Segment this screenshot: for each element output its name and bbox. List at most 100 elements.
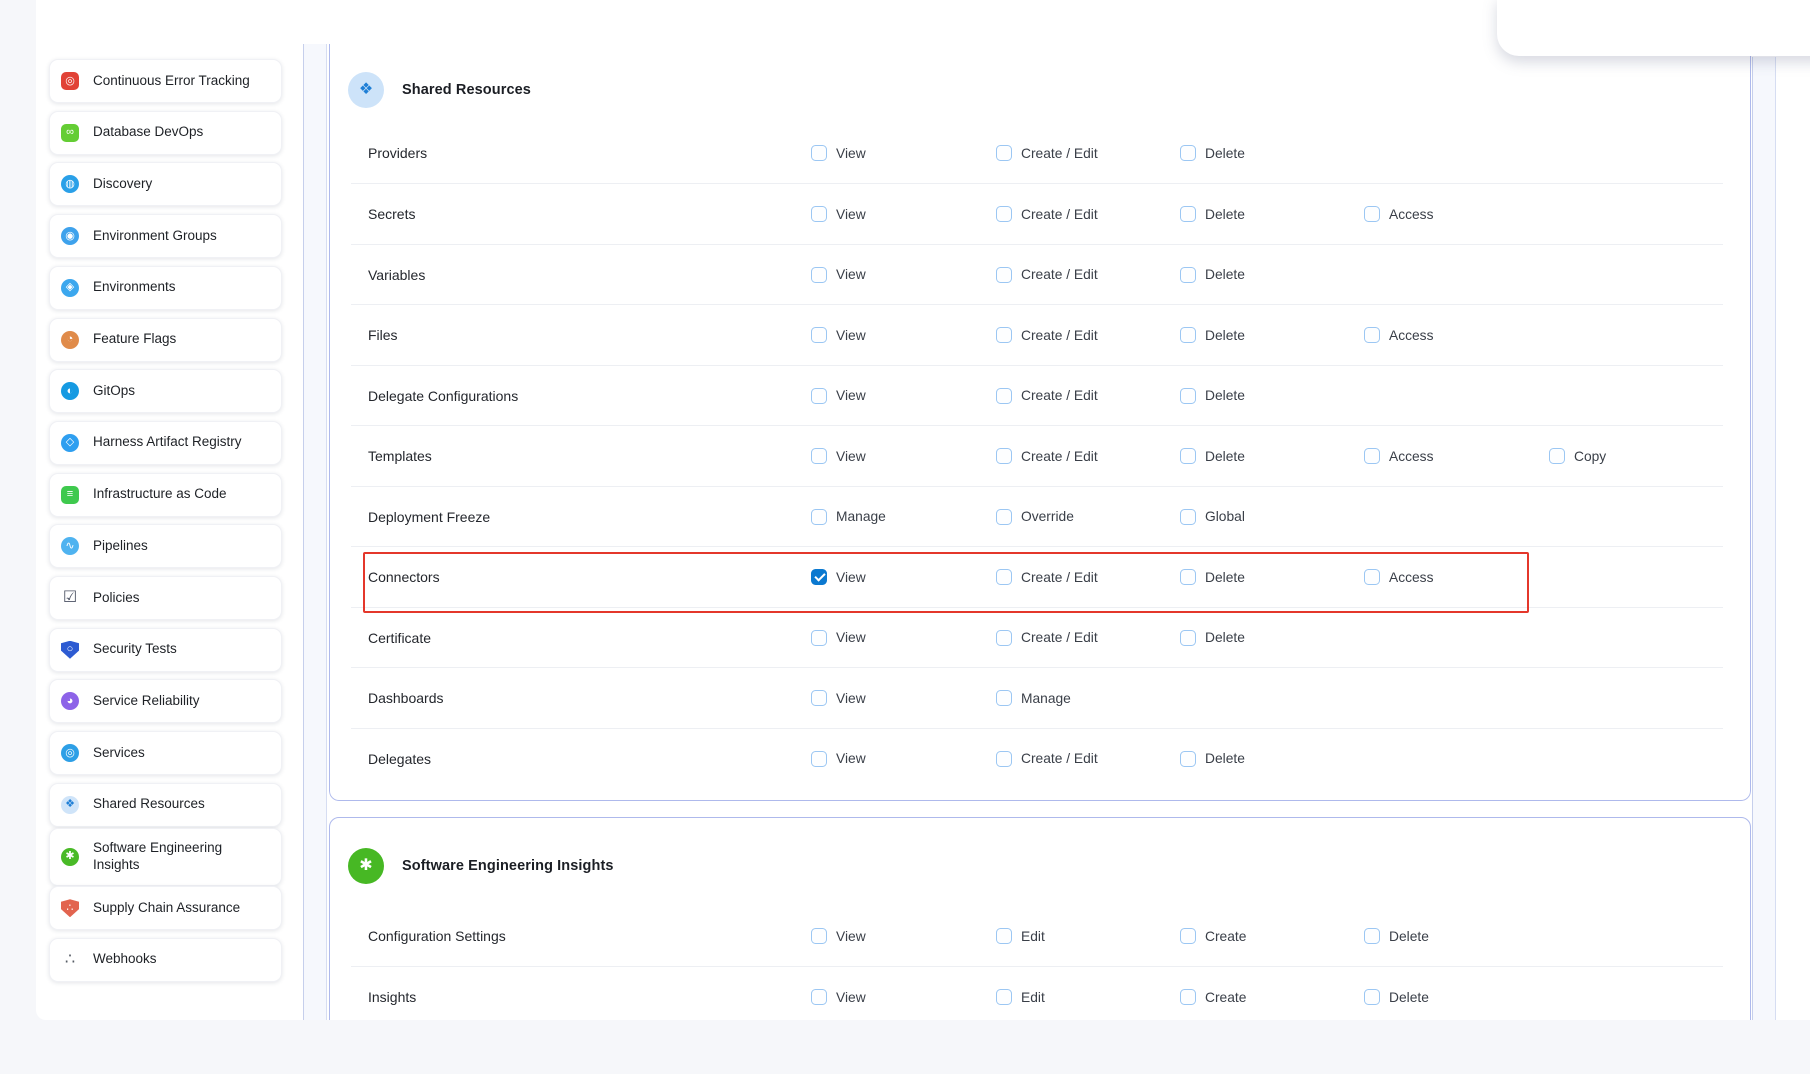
templates-access-checkbox[interactable]: Access	[1364, 448, 1433, 464]
checkbox-unchecked[interactable]	[811, 928, 827, 944]
secrets-access-checkbox[interactable]: Access	[1364, 206, 1433, 222]
checkbox-unchecked[interactable]	[1364, 569, 1380, 585]
templates-copy-checkbox[interactable]: Copy	[1549, 448, 1606, 464]
insights-delete-checkbox[interactable]: Delete	[1364, 989, 1429, 1005]
delegate-configurations-delete-checkbox[interactable]: Delete	[1180, 388, 1245, 404]
checkbox-unchecked[interactable]	[811, 267, 827, 283]
insights-view-checkbox[interactable]: View	[811, 989, 866, 1005]
sidebar-item-pipelines[interactable]: ∿Pipelines	[49, 524, 282, 568]
sidebar-item-software-engineering-insights[interactable]: ✱Software Engineering Insights	[49, 828, 282, 886]
checkbox-unchecked[interactable]	[811, 448, 827, 464]
checkbox-unchecked[interactable]	[996, 928, 1012, 944]
checkbox-unchecked[interactable]	[1180, 751, 1196, 767]
files-delete-checkbox[interactable]: Delete	[1180, 327, 1245, 343]
checkbox-unchecked[interactable]	[996, 206, 1012, 222]
sidebar-item-environment-groups[interactable]: ◉Environment Groups	[49, 214, 282, 258]
templates-delete-checkbox[interactable]: Delete	[1180, 448, 1245, 464]
connectors-access-checkbox[interactable]: Access	[1364, 569, 1433, 585]
sidebar-item-webhooks[interactable]: ∴Webhooks	[49, 938, 282, 982]
checkbox-unchecked[interactable]	[996, 630, 1012, 646]
secrets-delete-checkbox[interactable]: Delete	[1180, 206, 1245, 222]
sidebar-item-service-reliability[interactable]: ◕Service Reliability	[49, 679, 282, 723]
checkbox-unchecked[interactable]	[996, 388, 1012, 404]
sidebar-item-infrastructure-as-code[interactable]: ≡Infrastructure as Code	[49, 473, 282, 517]
checkbox-unchecked[interactable]	[996, 509, 1012, 525]
certificate-create-edit-checkbox[interactable]: Create / Edit	[996, 630, 1098, 646]
checkbox-unchecked[interactable]	[811, 327, 827, 343]
insights-create-checkbox[interactable]: Create	[1180, 989, 1246, 1005]
files-create-edit-checkbox[interactable]: Create / Edit	[996, 327, 1098, 343]
delegate-configurations-view-checkbox[interactable]: View	[811, 388, 866, 404]
sidebar-item-gitops[interactable]: ◐GitOps	[49, 369, 282, 413]
checkbox-unchecked[interactable]	[1180, 327, 1196, 343]
checkbox-unchecked[interactable]	[996, 145, 1012, 161]
checkbox-unchecked[interactable]	[811, 989, 827, 1005]
checkbox-unchecked[interactable]	[811, 690, 827, 706]
sidebar-item-environments[interactable]: ◈Environments	[49, 266, 282, 310]
checkbox-unchecked[interactable]	[996, 690, 1012, 706]
sidebar-item-policies[interactable]: ☑Policies	[49, 576, 282, 620]
connectors-create-edit-checkbox[interactable]: Create / Edit	[996, 569, 1098, 585]
sidebar-item-supply-chain-assurance[interactable]: ∴Supply Chain Assurance	[49, 886, 282, 930]
checkbox-unchecked[interactable]	[811, 509, 827, 525]
sidebar-item-security-tests[interactable]: ○Security Tests	[49, 628, 282, 672]
delegates-create-edit-checkbox[interactable]: Create / Edit	[996, 751, 1098, 767]
configuration-settings-edit-checkbox[interactable]: Edit	[996, 928, 1045, 944]
checkbox-unchecked[interactable]	[811, 145, 827, 161]
checkbox-unchecked[interactable]	[811, 751, 827, 767]
checkbox-unchecked[interactable]	[811, 206, 827, 222]
checkbox-unchecked[interactable]	[1180, 206, 1196, 222]
delegate-configurations-create-edit-checkbox[interactable]: Create / Edit	[996, 388, 1098, 404]
deployment-freeze-override-checkbox[interactable]: Override	[996, 509, 1074, 525]
providers-delete-checkbox[interactable]: Delete	[1180, 145, 1245, 161]
providers-view-checkbox[interactable]: View	[811, 145, 866, 161]
content-scrollbar-track-left[interactable]	[303, 44, 327, 1020]
insights-edit-checkbox[interactable]: Edit	[996, 989, 1045, 1005]
checkbox-unchecked[interactable]	[1180, 509, 1196, 525]
checkbox-unchecked[interactable]	[1364, 989, 1380, 1005]
dashboards-view-checkbox[interactable]: View	[811, 690, 866, 706]
templates-create-edit-checkbox[interactable]: Create / Edit	[996, 448, 1098, 464]
checkbox-unchecked[interactable]	[996, 751, 1012, 767]
checkbox-unchecked[interactable]	[996, 267, 1012, 283]
checkbox-unchecked[interactable]	[1364, 448, 1380, 464]
configuration-settings-view-checkbox[interactable]: View	[811, 928, 866, 944]
checkbox-unchecked[interactable]	[996, 327, 1012, 343]
checkbox-unchecked[interactable]	[1180, 569, 1196, 585]
certificate-delete-checkbox[interactable]: Delete	[1180, 630, 1245, 646]
checkbox-unchecked[interactable]	[1364, 928, 1380, 944]
secrets-create-edit-checkbox[interactable]: Create / Edit	[996, 206, 1098, 222]
files-view-checkbox[interactable]: View	[811, 327, 866, 343]
deployment-freeze-global-checkbox[interactable]: Global	[1180, 509, 1245, 525]
sidebar-item-continuous-error-tracking[interactable]: ◎Continuous Error Tracking	[49, 59, 282, 103]
checkbox-unchecked[interactable]	[1180, 388, 1196, 404]
checkbox-unchecked[interactable]	[811, 630, 827, 646]
sidebar-item-harness-artifact-registry[interactable]: ◇Harness Artifact Registry	[49, 421, 282, 465]
sidebar-item-feature-flags[interactable]: ◔Feature Flags	[49, 318, 282, 362]
checkbox-unchecked[interactable]	[1180, 267, 1196, 283]
sidebar-item-discovery[interactable]: ◍Discovery	[49, 162, 282, 206]
checkbox-unchecked[interactable]	[996, 569, 1012, 585]
configuration-settings-delete-checkbox[interactable]: Delete	[1364, 928, 1429, 944]
variables-delete-checkbox[interactable]: Delete	[1180, 267, 1245, 283]
checkbox-unchecked[interactable]	[1180, 928, 1196, 944]
variables-view-checkbox[interactable]: View	[811, 267, 866, 283]
deployment-freeze-manage-checkbox[interactable]: Manage	[811, 509, 886, 525]
dashboards-manage-checkbox[interactable]: Manage	[996, 690, 1071, 706]
files-access-checkbox[interactable]: Access	[1364, 327, 1433, 343]
delegates-delete-checkbox[interactable]: Delete	[1180, 751, 1245, 767]
checkbox-unchecked[interactable]	[1364, 206, 1380, 222]
checkbox-unchecked[interactable]	[996, 989, 1012, 1005]
sidebar-item-database-devops[interactable]: ∞Database DevOps	[49, 111, 282, 155]
delegates-view-checkbox[interactable]: View	[811, 751, 866, 767]
checkbox-unchecked[interactable]	[1180, 448, 1196, 464]
checkbox-checked[interactable]	[811, 569, 827, 585]
secrets-view-checkbox[interactable]: View	[811, 206, 866, 222]
configuration-settings-create-checkbox[interactable]: Create	[1180, 928, 1246, 944]
checkbox-unchecked[interactable]	[996, 448, 1012, 464]
sidebar-item-services[interactable]: ◎Services	[49, 731, 282, 775]
sidebar-item-shared-resources[interactable]: ❖Shared Resources	[49, 783, 282, 827]
checkbox-unchecked[interactable]	[1180, 630, 1196, 646]
checkbox-unchecked[interactable]	[1549, 448, 1565, 464]
checkbox-unchecked[interactable]	[811, 388, 827, 404]
